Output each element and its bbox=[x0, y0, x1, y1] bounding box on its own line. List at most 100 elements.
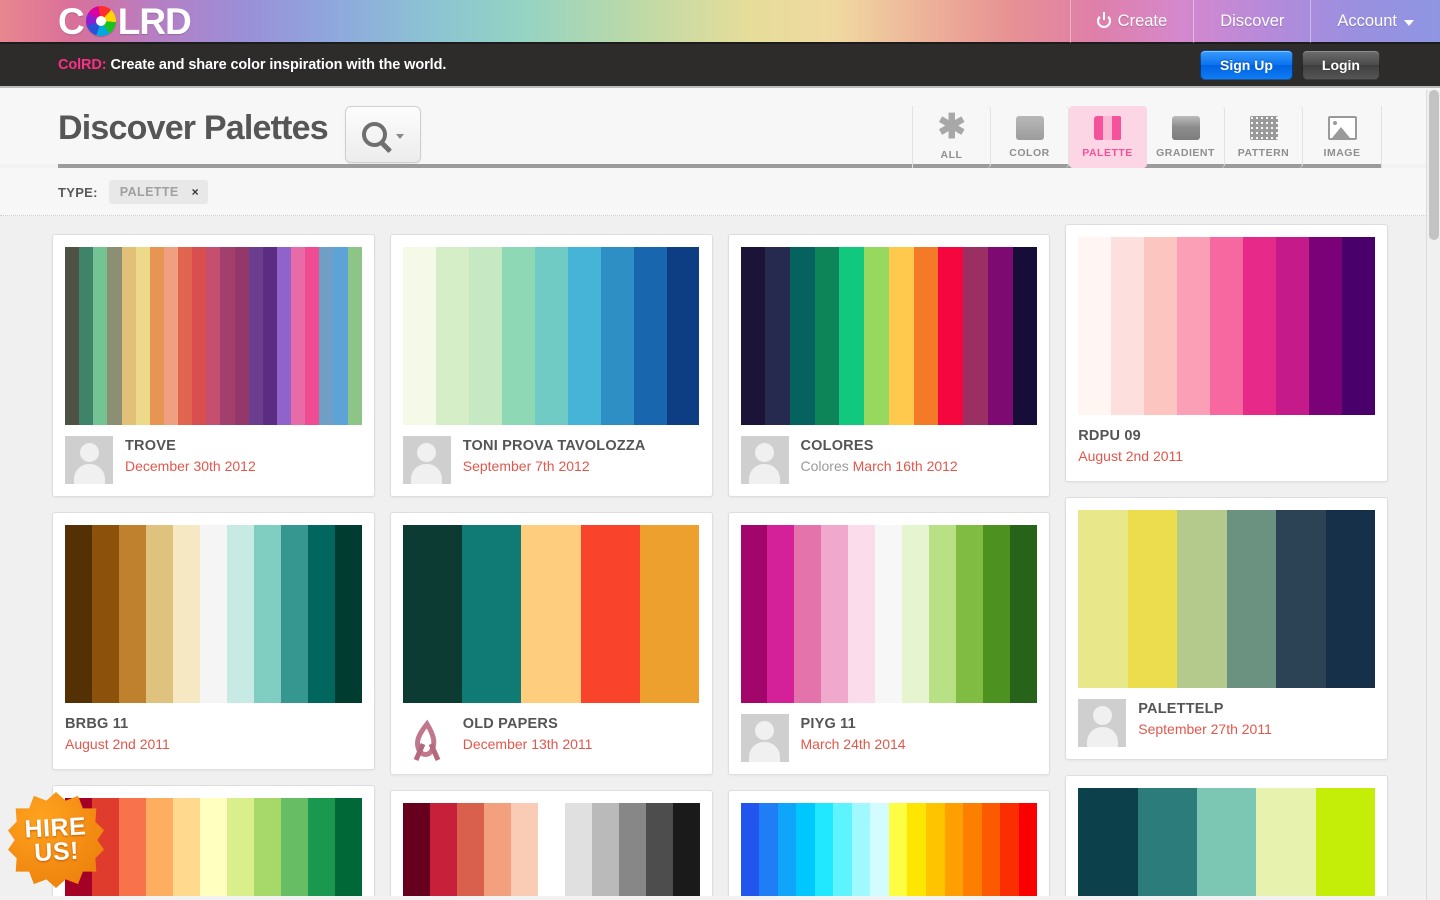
palette-card[interactable]: COLORES Colores March 16th 2012 bbox=[727, 234, 1051, 497]
palette-card-meta: PALETTELP September 27th 2011 bbox=[1078, 688, 1375, 747]
palette-swatch bbox=[402, 803, 430, 896]
palette-swatch bbox=[1018, 803, 1038, 896]
palette-card-text: TONI PROVA TAVOLOZZA September 7th 2012 bbox=[463, 436, 646, 476]
palette-title[interactable]: TROVE bbox=[125, 437, 256, 455]
avatar[interactable] bbox=[65, 436, 113, 484]
palette-author[interactable]: Colores bbox=[801, 458, 853, 474]
palette-swatch bbox=[794, 525, 822, 703]
page-header: Discover Palettes ✱ ALL COLOR PALETTE GR… bbox=[0, 88, 1440, 168]
palette-swatch bbox=[347, 247, 362, 425]
palette-swatch bbox=[501, 247, 535, 425]
close-icon[interactable]: × bbox=[192, 186, 199, 198]
palette-swatch bbox=[633, 247, 667, 425]
palette-title[interactable]: RDPU 09 bbox=[1078, 427, 1183, 445]
palette-title[interactable]: TONI PROVA TAVOLOZZA bbox=[463, 437, 646, 455]
tab-palette[interactable]: PALETTE bbox=[1069, 106, 1147, 168]
palette-card[interactable]: OLD PAPERS December 13th 2011 bbox=[389, 512, 713, 775]
palette-swatch bbox=[429, 803, 457, 896]
tab-color[interactable]: COLOR bbox=[991, 106, 1069, 168]
tab-image[interactable]: IMAGE bbox=[1303, 106, 1381, 168]
color-swatch-icon bbox=[1015, 115, 1044, 140]
hire-us-badge[interactable]: HIRE US! bbox=[8, 792, 104, 888]
palette-swatch bbox=[107, 247, 122, 425]
palette-card[interactable]: PIYG 11 March 24th 2014 bbox=[727, 512, 1051, 775]
nav-label-create: Create bbox=[1117, 11, 1168, 30]
palette-swatch bbox=[1315, 788, 1375, 896]
palette-title[interactable]: OLD PAPERS bbox=[463, 715, 593, 733]
palette-card[interactable] bbox=[389, 790, 713, 896]
hire-us-text: HIRE US! bbox=[6, 790, 107, 891]
palette-card[interactable]: BRBG 11 August 2nd 2011 bbox=[52, 512, 375, 770]
palette-swatch bbox=[402, 247, 436, 425]
palette-swatch bbox=[1196, 788, 1257, 896]
tab-all[interactable]: ✱ ALL bbox=[913, 106, 991, 168]
palette-swatch bbox=[796, 803, 815, 896]
tab-pattern[interactable]: PATTERN bbox=[1225, 106, 1303, 168]
palette-swatches bbox=[402, 803, 700, 896]
palette-swatch bbox=[510, 803, 538, 896]
palette-swatch bbox=[280, 798, 308, 896]
palette-title[interactable]: BRBG 11 bbox=[65, 715, 170, 733]
search-button[interactable] bbox=[344, 106, 421, 163]
palette-card[interactable]: TONI PROVA TAVOLOZZA September 7th 2012 bbox=[389, 234, 713, 497]
palette-swatch bbox=[600, 247, 634, 425]
palette-swatch bbox=[276, 247, 291, 425]
palette-card-meta: TONI PROVA TAVOLOZZA September 7th 2012 bbox=[402, 425, 700, 484]
page-scrollbar[interactable] bbox=[1426, 90, 1440, 900]
palette-card[interactable]: PALETTELP September 27th 2011 bbox=[1065, 497, 1388, 760]
palette-card[interactable]: TROVE December 30th 2012 bbox=[52, 234, 375, 497]
palette-swatch bbox=[226, 798, 254, 896]
palette-card-meta: RDPU 09 August 2nd 2011 bbox=[1078, 415, 1375, 469]
login-button[interactable]: Login bbox=[1301, 50, 1380, 80]
palette-card-text: TROVE December 30th 2012 bbox=[125, 436, 256, 476]
palette-swatches bbox=[740, 525, 1038, 703]
palette-swatch bbox=[851, 803, 871, 896]
signup-button[interactable]: Sign Up bbox=[1200, 50, 1293, 80]
filter-chip-palette[interactable]: PALETTE × bbox=[108, 180, 208, 204]
nav-item-account[interactable]: Account bbox=[1310, 0, 1440, 43]
palette-swatch bbox=[121, 247, 136, 425]
avatar[interactable] bbox=[402, 436, 451, 484]
avatar[interactable] bbox=[740, 714, 789, 762]
palette-title[interactable]: PALETTELP bbox=[1138, 700, 1272, 718]
palette-card[interactable]: RDPU 09 August 2nd 2011 bbox=[1065, 224, 1388, 482]
palette-date: March 16th 2012 bbox=[852, 458, 958, 474]
active-filters-bar: TYPE: PALETTE × bbox=[0, 168, 1440, 216]
palette-swatch bbox=[645, 803, 673, 896]
palette-swatch bbox=[564, 803, 592, 896]
palette-swatches bbox=[740, 803, 1038, 896]
palette-swatch bbox=[956, 525, 984, 703]
nav-item-discover[interactable]: Discover bbox=[1193, 0, 1310, 43]
nav-label-discover: Discover bbox=[1220, 11, 1285, 30]
palette-swatch bbox=[307, 798, 335, 896]
palette-card[interactable] bbox=[1065, 775, 1388, 896]
tab-label-palette: PALETTE bbox=[1082, 146, 1133, 159]
palette-swatch bbox=[1078, 788, 1138, 896]
palette-swatches bbox=[402, 525, 700, 703]
palette-swatch bbox=[740, 247, 766, 425]
color-wheel-icon bbox=[85, 6, 116, 36]
logo-text-before: C bbox=[58, 0, 85, 42]
palette-swatch bbox=[987, 247, 1013, 425]
nav-item-create[interactable]: Create bbox=[1069, 0, 1194, 43]
avatar[interactable] bbox=[1078, 699, 1127, 747]
palette-title[interactable]: PIYG 11 bbox=[801, 715, 906, 733]
palette-title[interactable]: COLORES bbox=[801, 437, 958, 455]
promo-tagline: ColRD: Create and share color inspiratio… bbox=[58, 57, 446, 73]
palette-swatch bbox=[767, 525, 795, 703]
tab-label-pattern: PATTERN bbox=[1237, 146, 1290, 159]
tab-gradient[interactable]: GRADIENT bbox=[1147, 106, 1225, 168]
palette-swatch bbox=[220, 247, 235, 425]
palette-card[interactable] bbox=[727, 790, 1051, 896]
ribbon-icon[interactable] bbox=[403, 714, 451, 762]
palette-swatch bbox=[580, 525, 641, 703]
colrd-logo[interactable]: C LRD bbox=[58, 0, 192, 42]
palette-swatch bbox=[814, 247, 840, 425]
palette-swatch bbox=[814, 803, 834, 896]
palette-date: September 27th 2011 bbox=[1138, 721, 1272, 737]
palette-date: August 2nd 2011 bbox=[1078, 448, 1184, 464]
palette-swatch bbox=[1276, 510, 1326, 688]
palette-grid: TROVE December 30th 2012 BRBG 11 August 2nd… bbox=[52, 224, 1388, 896]
scrollbar-thumb[interactable] bbox=[1429, 90, 1439, 240]
avatar[interactable] bbox=[740, 436, 789, 484]
